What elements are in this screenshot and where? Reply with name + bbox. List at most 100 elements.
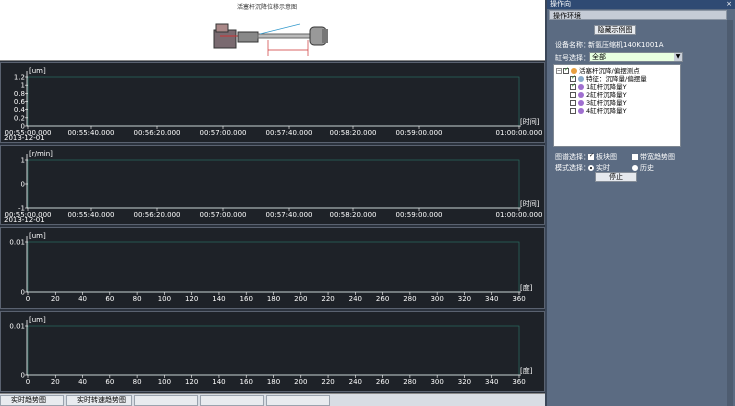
collapse-icon[interactable]: −: [556, 68, 562, 74]
y-tick-label: 0: [21, 289, 25, 297]
x-unit-label: [度]: [520, 366, 533, 375]
tree-label: 特征：沉降量/偏摆量: [586, 75, 647, 83]
sensor-icon: [578, 100, 584, 106]
y-tick-label: 0: [21, 181, 25, 189]
x-unit-label: [时间]: [520, 117, 540, 126]
x-tick-label: 60: [105, 295, 114, 303]
plot-frame: [27, 159, 520, 209]
sensor-icon: [578, 92, 584, 98]
x-tick-label: 240: [349, 295, 362, 303]
tree-node-cyl3[interactable]: 3缸杆沉降量Y: [570, 99, 627, 107]
tree-node-feature[interactable]: 特征：沉降量/偏摆量: [570, 74, 647, 83]
sensor-icon: [578, 108, 584, 114]
close-icon[interactable]: ×: [726, 0, 732, 9]
x-tick-label: 01:00:00.000: [495, 211, 542, 219]
mode-select-label: 模式选择：: [555, 164, 590, 172]
y-unit-label: [um]: [29, 232, 46, 240]
radio-icon[interactable]: [632, 165, 638, 171]
x-unit-label: [度]: [520, 283, 533, 292]
x-tick-label: 00:57:40.000: [265, 211, 312, 219]
stop-button[interactable]: 停止: [595, 172, 637, 182]
bottom-tab-bar: 实时趋势图 实时转速趋势图: [0, 393, 545, 406]
tree-label: 2缸杆沉降量Y: [586, 91, 627, 99]
y-tick-label: 0.6: [14, 98, 26, 106]
tab-empty-3[interactable]: [266, 395, 330, 406]
x-tick-label: 280: [403, 378, 416, 386]
x-tick-label: 100: [158, 378, 171, 386]
x-tick-label: 220: [321, 295, 334, 303]
x-tick-label: 01:00:00.000: [495, 129, 542, 137]
y-tick-label: 0.01: [9, 323, 25, 331]
x-tick-label: 00:57:40.000: [265, 129, 312, 137]
chart-angle-plot-2[interactable]: [um] [度] 0.01 0 0 20 40 60 80 100 120 140 160 180 200 2…: [0, 311, 545, 392]
tree-label: 1缸杆沉降量Y: [586, 83, 627, 91]
x-tick-label: 140: [212, 295, 225, 303]
x-tick-label: 360: [512, 378, 525, 386]
checkbox-icon[interactable]: [588, 152, 594, 160]
mode-option-history-label: 历史: [640, 164, 654, 172]
device-value: 新氢压缩机140K1001A: [588, 41, 664, 49]
tree-checkbox[interactable]: [563, 66, 569, 74]
y-tick-label: 0.2: [14, 114, 25, 122]
tab-empty-1[interactable]: [134, 395, 198, 406]
cylinder-label: 缸号选择：: [555, 54, 590, 62]
x-tick-label: 00:56:20.000: [133, 129, 180, 137]
chart-speed-trend[interactable]: [r/min] [时间] 1 0 -1 00:55:00.000 00:55:40.000 0…: [0, 145, 545, 225]
tree-node-cyl1[interactable]: 1缸杆沉降量Y: [570, 82, 627, 91]
x-tick-label: 200: [294, 378, 307, 386]
radio-icon[interactable]: [588, 165, 594, 171]
y-unit-label: [r/min]: [29, 150, 53, 158]
date-label: 2013-12-01: [4, 216, 45, 224]
tree-checkbox[interactable]: [570, 82, 576, 90]
x-tick-label: 00:57:00.000: [199, 211, 246, 219]
x-tick-label: 00:58:20.000: [329, 211, 376, 219]
chart-rod-drop-trend[interactable]: [um] [时间] 1.2 1 0.8 0.6 0.4 0.2 0 00:55:00.000 00:…: [0, 62, 545, 143]
x-tick-label: 220: [321, 378, 334, 386]
x-tick-label: 300: [430, 378, 443, 386]
tree-node-cyl2[interactable]: 2缸杆沉降量Y: [570, 91, 627, 99]
x-tick-label: 20: [51, 378, 60, 386]
tab-operation-env[interactable]: 操作环境: [549, 10, 727, 20]
date-label: 2013-12-01: [4, 134, 45, 142]
tree-checkbox[interactable]: [570, 92, 576, 98]
tree-checkbox[interactable]: [570, 108, 576, 114]
x-tick-label: 260: [376, 295, 389, 303]
y-unit-label: [um]: [29, 67, 46, 75]
tab-realtime-speed-trend[interactable]: 实时转速趋势图: [66, 395, 132, 406]
tab-realtime-trend[interactable]: 实时趋势图: [0, 395, 64, 406]
tab-empty-2[interactable]: [200, 395, 264, 406]
x-tick-label: 260: [376, 378, 389, 386]
x-tick-label: 00:59:00.000: [395, 129, 442, 137]
x-tick-label: 100: [158, 295, 171, 303]
checkbox-icon[interactable]: [632, 154, 638, 160]
x-tick-label: 320: [458, 295, 471, 303]
x-tick-label: 160: [240, 295, 253, 303]
graph-option-1[interactable]: 板块图: [588, 152, 617, 162]
y-tick-label: 1.2: [14, 74, 25, 82]
chart-angle-plot-1[interactable]: [um] [度] 0.01 0 0 20 40 60 80 100 120 140 160 180 200 2…: [0, 227, 545, 309]
graph-option-2[interactable]: 带宽趋势图: [632, 152, 675, 162]
y-tick-label: 1: [21, 82, 25, 90]
graph-option-2-label: 带宽趋势图: [640, 153, 675, 161]
y-tick-label: 0: [21, 372, 25, 380]
tree-checkbox[interactable]: [570, 100, 576, 106]
chevron-down-icon[interactable]: ▼: [674, 53, 682, 61]
cylinder-select[interactable]: 全部 ▼: [589, 52, 683, 62]
x-tick-label: 20: [51, 295, 60, 303]
y-tick-label: 0.01: [9, 239, 25, 247]
x-tick-label: 00:57:00.000: [199, 129, 246, 137]
y-tick-label: 1: [21, 157, 25, 165]
x-tick-label: 300: [430, 295, 443, 303]
tree-label: 活塞杆沉降/偏摆测点: [579, 67, 640, 75]
device-label: 设备名称：: [555, 41, 590, 49]
schematic-diagram: 活塞杆沉降位移示意图: [0, 0, 545, 61]
hide-diagram-button[interactable]: 隐藏示例图: [594, 25, 636, 35]
tree-node-cyl4[interactable]: 4缸杆沉降量Y: [570, 107, 627, 115]
x-tick-label: 0: [26, 295, 30, 303]
right-scrollbar[interactable]: [727, 20, 733, 406]
x-tick-label: 280: [403, 295, 416, 303]
x-tick-label: 320: [458, 378, 471, 386]
measurement-tree[interactable]: − 活塞杆沉降/偏摆测点 特征：沉降量/偏摆量 1缸杆沉降量Y 2缸杆沉降量Y 3…: [553, 64, 681, 147]
tree-node-root[interactable]: − 活塞杆沉降/偏摆测点: [556, 66, 640, 75]
x-tick-label: 00:56:20.000: [133, 211, 180, 219]
